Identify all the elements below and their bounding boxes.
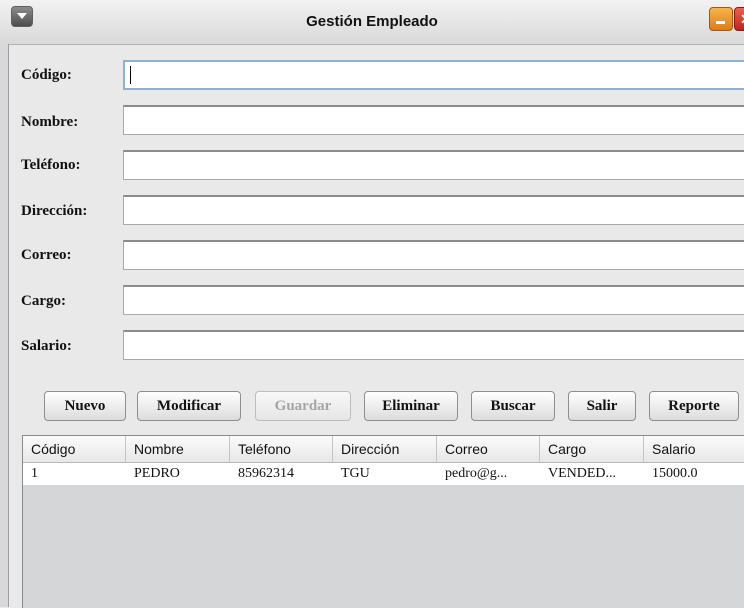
correo-input[interactable] [123,240,744,270]
direccion-label: Dirección: [21,203,88,219]
modificar-button[interactable]: Modificar [137,391,241,421]
minimize-icon[interactable] [709,7,733,31]
cell-correo[interactable]: pedro@g... [437,463,540,485]
salario-label: Salario: [21,338,72,354]
cargo-input[interactable] [123,285,744,315]
nombre-label: Nombre: [21,114,79,130]
column-header-direccion[interactable]: Dirección [333,436,437,462]
column-header-nombre[interactable]: Nombre [126,436,230,462]
telefono-input[interactable] [123,150,744,180]
salir-button[interactable]: Salir [568,391,636,421]
cell-salario[interactable]: 15000.0 [644,463,744,485]
column-header-salario[interactable]: Salario [644,436,744,462]
cargo-label: Cargo: [21,293,66,309]
cell-direccion[interactable]: TGU [333,463,437,485]
column-header-codigo[interactable]: Código [23,436,126,462]
codigo-label: Código: [21,67,72,83]
table-row[interactable]: 1 PEDRO 85962314 TGU pedro@g... VENDED..… [23,463,744,485]
column-header-correo[interactable]: Correo [437,436,540,462]
table-header: Código Nombre Teléfono Dirección Correo … [23,436,744,463]
employee-table: Código Nombre Teléfono Dirección Correo … [22,435,744,608]
cell-telefono[interactable]: 85962314 [230,463,333,485]
guardar-button: Guardar [255,391,351,421]
codigo-input[interactable] [123,60,744,90]
direccion-input[interactable] [123,195,744,225]
nombre-input[interactable] [123,105,744,135]
reporte-button[interactable]: Reporte [649,391,739,421]
correo-label: Correo: [21,247,72,263]
salario-input[interactable] [123,330,744,360]
cell-nombre[interactable]: PEDRO [126,463,230,485]
text-caret [130,66,131,84]
telefono-label: Teléfono: [21,157,81,173]
eliminar-button[interactable]: Eliminar [364,391,458,421]
buscar-button[interactable]: Buscar [471,391,555,421]
window-title: Gestión Empleado [306,13,438,30]
title-bar: Gestión Empleado ✕ [0,0,744,45]
nuevo-button[interactable]: Nuevo [44,391,126,421]
window-left-border [0,44,9,607]
column-header-cargo[interactable]: Cargo [540,436,644,462]
cell-codigo[interactable]: 1 [23,463,126,485]
close-icon[interactable]: ✕ [734,7,744,31]
cell-cargo[interactable]: VENDED... [540,463,644,485]
column-header-telefono[interactable]: Teléfono [230,436,333,462]
